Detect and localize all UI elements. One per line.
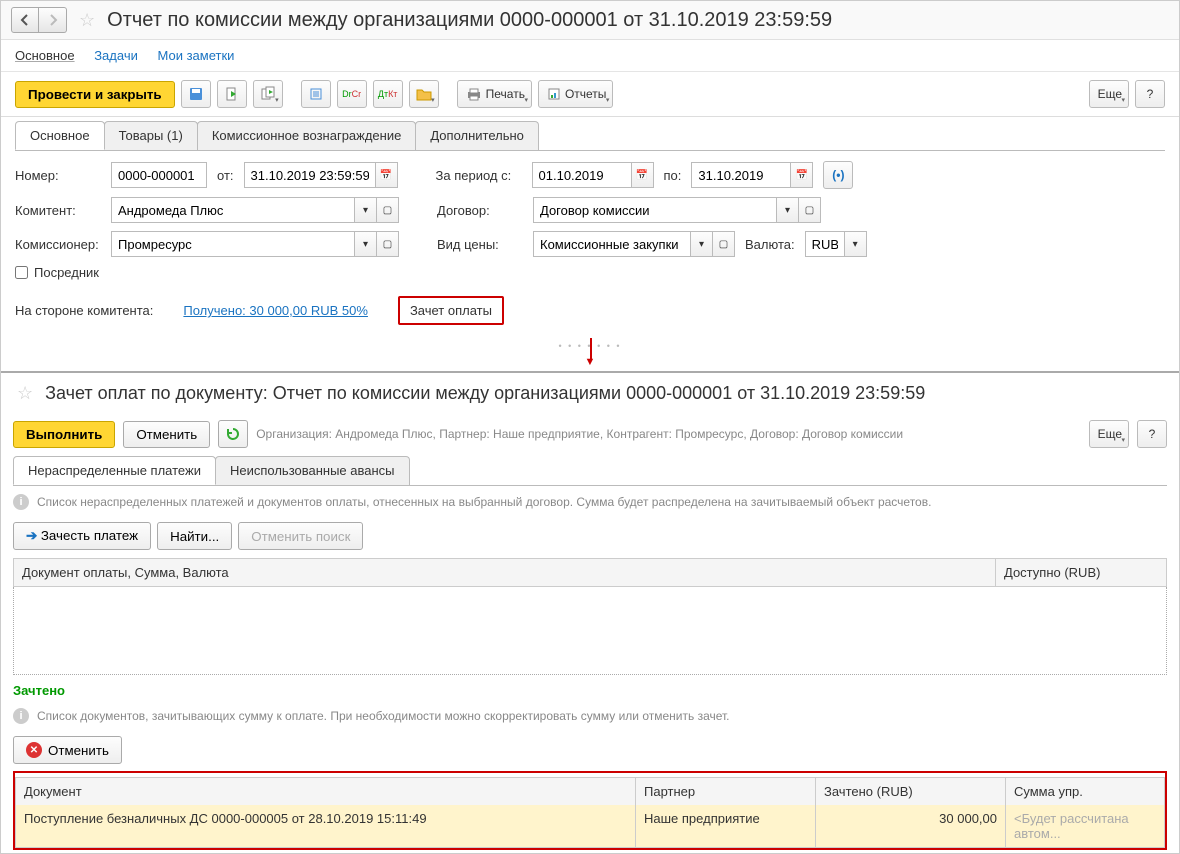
received-link[interactable]: Получено: 30 000,00 RUB 50% xyxy=(183,303,368,318)
context-info: Организация: Андромеда Плюс, Партнер: На… xyxy=(256,427,903,441)
subnav-notes[interactable]: Мои заметки xyxy=(157,48,234,63)
open-icon[interactable]: ▢ xyxy=(377,197,399,223)
favorite-star-icon[interactable]: ☆ xyxy=(13,383,37,404)
nav-forward-button[interactable] xyxy=(39,7,67,33)
label-intermediary: Посредник xyxy=(34,265,99,280)
label-period-from: За период с: xyxy=(436,168,522,183)
refresh-button[interactable] xyxy=(218,420,248,448)
table1-col1[interactable]: Документ оплаты, Сумма, Валюта xyxy=(14,559,996,586)
label-period-to: по: xyxy=(664,168,682,183)
cell-partner: Наше предприятие xyxy=(636,805,816,847)
find-button[interactable]: Найти... xyxy=(157,522,232,550)
help-button-2[interactable]: ? xyxy=(1137,420,1167,448)
credited-table-highlight: Документ Партнер Зачтено (RUB) Сумма упр… xyxy=(13,771,1167,850)
help-button[interactable]: ? xyxy=(1135,80,1165,108)
drcr-button[interactable]: DrCr xyxy=(337,80,367,108)
info-text-2: Список документов, зачитывающих сумму к … xyxy=(37,709,730,723)
dropdown-icon[interactable]: ▾ xyxy=(355,231,377,257)
more-button[interactable]: Еще▾ xyxy=(1089,80,1129,108)
credited-section-label: Зачтено xyxy=(1,675,1179,700)
label-kommitent: Комитент: xyxy=(15,203,101,218)
dropdown-icon[interactable]: ▾ xyxy=(845,231,867,257)
calendar-icon[interactable]: 📅 xyxy=(791,162,813,188)
table1-body[interactable] xyxy=(13,587,1167,675)
open-icon[interactable]: ▢ xyxy=(377,231,399,257)
label-commissioner: Комиссионер: xyxy=(15,237,101,252)
number-field[interactable] xyxy=(111,162,207,188)
contract-field[interactable] xyxy=(533,197,777,223)
date-field[interactable] xyxy=(244,162,376,188)
commissioner-field[interactable] xyxy=(111,231,355,257)
subnav-tasks[interactable]: Задачи xyxy=(94,48,138,63)
calendar-icon[interactable]: 📅 xyxy=(376,162,398,188)
reports-button[interactable]: Отчеты▾ xyxy=(538,80,613,108)
arrow-annotation xyxy=(1,353,1179,371)
close-icon: ✕ xyxy=(26,742,42,758)
tab-extra[interactable]: Дополнительно xyxy=(415,121,539,150)
cell-document: Поступление безналичных ДС 0000-000005 о… xyxy=(16,805,636,847)
tab-unused-advances[interactable]: Неиспользованные авансы xyxy=(215,456,410,485)
page-title: Отчет по комиссии между организациями 00… xyxy=(107,9,832,32)
cell-amount: 30 000,00 xyxy=(816,805,1006,847)
tab-unallocated[interactable]: Нераспределенные платежи xyxy=(13,456,216,485)
table2-h3[interactable]: Зачтено (RUB) xyxy=(816,778,1006,805)
open-icon[interactable]: ▢ xyxy=(799,197,821,223)
open-icon[interactable]: ▢ xyxy=(713,231,735,257)
table2-h1[interactable]: Документ xyxy=(16,778,636,805)
period-from-field[interactable] xyxy=(532,162,632,188)
save-button[interactable] xyxy=(181,80,211,108)
create-based-on-button[interactable]: ▾ xyxy=(253,80,283,108)
table2-h4[interactable]: Сумма упр. xyxy=(1006,778,1164,805)
subnav: Основное Задачи Мои заметки xyxy=(1,40,1179,72)
subnav-main[interactable]: Основное xyxy=(15,48,75,63)
dropdown-icon[interactable]: ▾ xyxy=(355,197,377,223)
cell-upr: <Будет рассчитана автом... xyxy=(1006,805,1164,847)
info-icon: i xyxy=(13,708,29,724)
more-button-2[interactable]: Еще▾ xyxy=(1089,420,1129,448)
execute-button[interactable]: Выполнить xyxy=(13,421,115,448)
price-type-field[interactable] xyxy=(533,231,691,257)
print-button[interactable]: Печать▾ xyxy=(457,80,532,108)
dropdown-icon[interactable]: ▾ xyxy=(777,197,799,223)
table1-header: Документ оплаты, Сумма, Валюта Доступно … xyxy=(13,558,1167,587)
tab-goods[interactable]: Товары (1) xyxy=(104,121,198,150)
label-price-type: Вид цены: xyxy=(437,237,523,252)
info-text-1: Список нераспределенных платежей и докум… xyxy=(37,495,931,509)
cancel-offset-button[interactable]: ✕ Отменить xyxy=(13,736,122,764)
favorite-star-icon[interactable]: ☆ xyxy=(75,10,99,31)
table1-col2[interactable]: Доступно (RUB) xyxy=(996,559,1166,586)
dropdown-icon[interactable]: ▾ xyxy=(691,231,713,257)
info-icon: i xyxy=(13,494,29,510)
table2-h2[interactable]: Партнер xyxy=(636,778,816,805)
tab-main[interactable]: Основное xyxy=(15,121,105,150)
post-and-close-button[interactable]: Провести и закрыть xyxy=(15,81,175,108)
period-to-field[interactable] xyxy=(691,162,791,188)
table-row[interactable]: Поступление безналичных ДС 0000-000005 о… xyxy=(16,805,1164,847)
list-button[interactable] xyxy=(301,80,331,108)
label-contract: Договор: xyxy=(437,203,523,218)
post-button[interactable] xyxy=(217,80,247,108)
table2-header: Документ Партнер Зачтено (RUB) Сумма упр… xyxy=(16,778,1164,805)
folder-button[interactable]: ▾ xyxy=(409,80,439,108)
kommitent-field[interactable] xyxy=(111,197,355,223)
currency-field[interactable] xyxy=(805,231,845,257)
pane2-title: Зачет оплат по документу: Отчет по комис… xyxy=(45,383,925,404)
nav-back-button[interactable] xyxy=(11,7,39,33)
calendar-icon[interactable]: 📅 xyxy=(632,162,654,188)
period-picker-button[interactable]: (•) xyxy=(823,161,853,189)
label-from: от: xyxy=(217,168,234,183)
dtkt-button[interactable]: ДтКт xyxy=(373,80,403,108)
intermediary-checkbox[interactable] xyxy=(15,266,28,279)
cancel-search-button[interactable]: Отменить поиск xyxy=(238,522,363,550)
offset-payment-button[interactable]: Зачет оплаты xyxy=(398,296,504,325)
label-currency: Валюта: xyxy=(745,237,795,252)
tab-commission[interactable]: Комиссионное вознаграждение xyxy=(197,121,417,150)
cancel-button[interactable]: Отменить xyxy=(123,421,210,448)
apply-payment-button[interactable]: ➔ Зачесть платеж xyxy=(13,522,151,550)
label-side: На стороне комитента: xyxy=(15,303,153,318)
label-number: Номер: xyxy=(15,168,101,183)
